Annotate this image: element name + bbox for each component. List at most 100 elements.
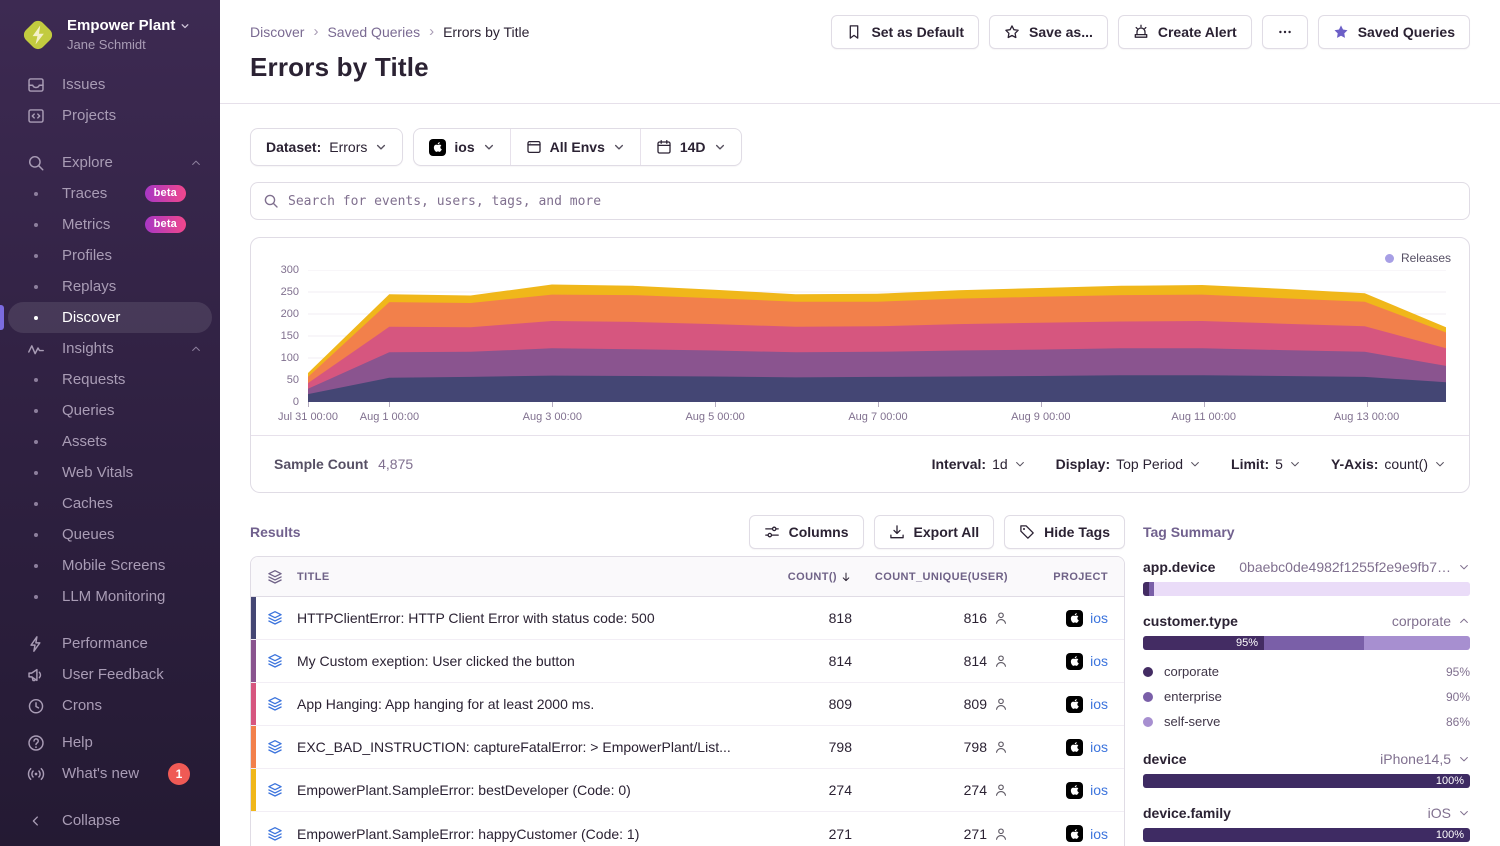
sidebar-item-queries[interactable]: Queries bbox=[8, 395, 212, 426]
sidebar-item-projects[interactable]: Projects bbox=[8, 100, 212, 131]
table-row[interactable]: EmpowerPlant.SampleError: bestDeveloper … bbox=[251, 769, 1124, 812]
sidebar-item-caches[interactable]: Caches bbox=[8, 488, 212, 519]
error-title-link[interactable]: EmpowerPlant.SampleError: happyCustomer … bbox=[297, 826, 772, 842]
project-link[interactable]: ios bbox=[1090, 610, 1108, 626]
error-title-link[interactable]: EXC_BAD_INSTRUCTION: captureFatalError: … bbox=[297, 739, 772, 755]
export-all-button[interactable]: Export All bbox=[874, 515, 995, 549]
bullet-icon bbox=[34, 471, 38, 475]
tag-value-row[interactable]: corporate95% bbox=[1143, 659, 1470, 684]
sidebar-item-user-feedback[interactable]: User Feedback bbox=[8, 659, 212, 690]
sidebar-item-traces[interactable]: Tracesbeta bbox=[8, 178, 212, 209]
tag-top-value-toggle[interactable]: 0baebc0de4982f1255f2e9e9fb7… bbox=[1239, 559, 1470, 575]
sidebar-item-label: Issues bbox=[62, 76, 105, 93]
tag-top-value-toggle[interactable]: iOS bbox=[1428, 805, 1470, 821]
column-header-count[interactable]: COUNT() bbox=[772, 571, 852, 583]
error-title-link[interactable]: My Custom exeption: User clicked the but… bbox=[297, 653, 772, 669]
sidebar-item-profiles[interactable]: Profiles bbox=[8, 240, 212, 271]
sidebar-item-discover[interactable]: Discover bbox=[8, 302, 212, 333]
sidebar-item-label: Queries bbox=[62, 402, 115, 419]
notification-badge: 1 bbox=[168, 763, 190, 785]
error-title-link[interactable]: HTTPClientError: HTTP Client Error with … bbox=[297, 610, 772, 626]
org-header[interactable]: Empower Plant Jane Schmidt bbox=[0, 0, 220, 65]
sidebar-item-issues[interactable]: Issues bbox=[8, 69, 212, 100]
display-selector[interactable]: Display:Top Period bbox=[1056, 456, 1201, 472]
project-link[interactable]: ios bbox=[1090, 739, 1108, 755]
sidebar-item-label: Queues bbox=[62, 526, 115, 543]
megaphone-icon bbox=[27, 666, 45, 684]
chart-legend[interactable]: Releases bbox=[1385, 251, 1451, 265]
table-row[interactable]: App Hanging: App hanging for at least 20… bbox=[251, 683, 1124, 726]
tag-top-value-toggle[interactable]: iPhone14,5 bbox=[1380, 751, 1470, 767]
saved-queries-button[interactable]: Saved Queries bbox=[1318, 15, 1470, 49]
sidebar-item-requests[interactable]: Requests bbox=[8, 364, 212, 395]
project-filter[interactable]: ios bbox=[414, 129, 509, 165]
tag-distribution-bar[interactable] bbox=[1143, 582, 1470, 596]
bullet-icon bbox=[34, 223, 38, 227]
tag-value-row[interactable]: enterprise90% bbox=[1143, 684, 1470, 709]
beta-badge: beta bbox=[145, 216, 186, 233]
table-row[interactable]: My Custom exeption: User clicked the but… bbox=[251, 640, 1124, 683]
error-title-link[interactable]: App Hanging: App hanging for at least 20… bbox=[297, 696, 772, 712]
sidebar-collapse-button[interactable]: Collapse bbox=[8, 805, 212, 836]
project-link[interactable]: ios bbox=[1090, 826, 1108, 842]
sidebar-item-label: Mobile Screens bbox=[62, 557, 165, 574]
tag-value-row[interactable]: self-serve86% bbox=[1143, 709, 1470, 734]
tag-distribution-bar[interactable]: 95% bbox=[1143, 636, 1470, 650]
collapse-label: Collapse bbox=[62, 812, 120, 829]
save-as-button[interactable]: Save as... bbox=[989, 15, 1108, 49]
tag-distribution-bar[interactable]: 100% bbox=[1143, 828, 1470, 842]
sidebar-item-replays[interactable]: Replays bbox=[8, 271, 212, 302]
chevron-down-icon bbox=[1458, 807, 1470, 819]
sidebar-item-help[interactable]: Help bbox=[8, 727, 212, 758]
control-value: Top Period bbox=[1116, 456, 1183, 472]
breadcrumb-discover[interactable]: Discover bbox=[250, 24, 304, 40]
column-header-count-unique[interactable]: COUNT_UNIQUE(USER) bbox=[852, 571, 1008, 583]
tag-facet-device: deviceiPhone14,5100% bbox=[1143, 751, 1470, 788]
sidebar-item-whats-new[interactable]: What's new1 bbox=[8, 758, 212, 789]
table-row[interactable]: EXC_BAD_INSTRUCTION: captureFatalError: … bbox=[251, 726, 1124, 769]
tag-key: app.device bbox=[1143, 559, 1215, 575]
stacked-area-chart[interactable] bbox=[308, 270, 1446, 402]
limit-selector[interactable]: Limit:5 bbox=[1231, 456, 1301, 472]
search-input[interactable] bbox=[288, 194, 1457, 209]
dataset-selector[interactable]: Dataset: Errors bbox=[250, 128, 403, 166]
tag-top-value-toggle[interactable]: corporate bbox=[1392, 613, 1470, 629]
sidebar-item-performance[interactable]: Performance bbox=[8, 628, 212, 659]
bullet-icon bbox=[34, 254, 38, 258]
sidebar-item-queues[interactable]: Queues bbox=[8, 519, 212, 550]
results-buttons: Columns Export All Hide Tags bbox=[749, 515, 1125, 549]
column-header-title[interactable]: TITLE bbox=[297, 571, 772, 583]
sidebar-item-web-vitals[interactable]: Web Vitals bbox=[8, 457, 212, 488]
more-options-button[interactable] bbox=[1262, 15, 1308, 49]
hide-tags-button[interactable]: Hide Tags bbox=[1004, 515, 1125, 549]
stack-icon bbox=[267, 826, 283, 842]
project-link[interactable]: ios bbox=[1090, 782, 1108, 798]
sidebar-item-crons[interactable]: Crons bbox=[8, 690, 212, 721]
project-link[interactable]: ios bbox=[1090, 653, 1108, 669]
tag-value-label: corporate bbox=[1164, 664, 1219, 679]
create-alert-button[interactable]: Create Alert bbox=[1118, 15, 1252, 49]
chevron-down-icon bbox=[1458, 561, 1470, 573]
column-header-project[interactable]: PROJECT bbox=[1008, 571, 1108, 583]
tag-distribution-bar[interactable]: 100% bbox=[1143, 774, 1470, 788]
table-row[interactable]: HTTPClientError: HTTP Client Error with … bbox=[251, 597, 1124, 640]
date-range-filter[interactable]: 14D bbox=[640, 129, 741, 165]
error-title-link[interactable]: EmpowerPlant.SampleError: bestDeveloper … bbox=[297, 782, 772, 798]
project-link[interactable]: ios bbox=[1090, 696, 1108, 712]
table-row[interactable]: EmpowerPlant.SampleError: happyCustomer … bbox=[251, 812, 1124, 846]
breadcrumb-separator: › bbox=[313, 23, 318, 40]
sidebar-item-mobile-screens[interactable]: Mobile Screens bbox=[8, 550, 212, 581]
yaxis-selector[interactable]: Y-Axis:count() bbox=[1331, 456, 1446, 472]
sidebar-item-metrics[interactable]: Metricsbeta bbox=[8, 209, 212, 240]
sidebar-item-explore[interactable]: Explore bbox=[8, 147, 212, 178]
environment-filter[interactable]: All Envs bbox=[510, 129, 640, 165]
columns-button[interactable]: Columns bbox=[749, 515, 864, 549]
sidebar-item-assets[interactable]: Assets bbox=[8, 426, 212, 457]
sidebar-item-label: Discover bbox=[62, 309, 120, 326]
sidebar-item-llm-monitoring[interactable]: LLM Monitoring bbox=[8, 581, 212, 612]
breadcrumb-saved-queries[interactable]: Saved Queries bbox=[327, 24, 420, 40]
sidebar-item-label: Profiles bbox=[62, 247, 112, 264]
set-as-default-button[interactable]: Set as Default bbox=[831, 15, 979, 49]
sidebar-item-insights[interactable]: Insights bbox=[8, 333, 212, 364]
interval-selector[interactable]: Interval:1d bbox=[932, 456, 1026, 472]
